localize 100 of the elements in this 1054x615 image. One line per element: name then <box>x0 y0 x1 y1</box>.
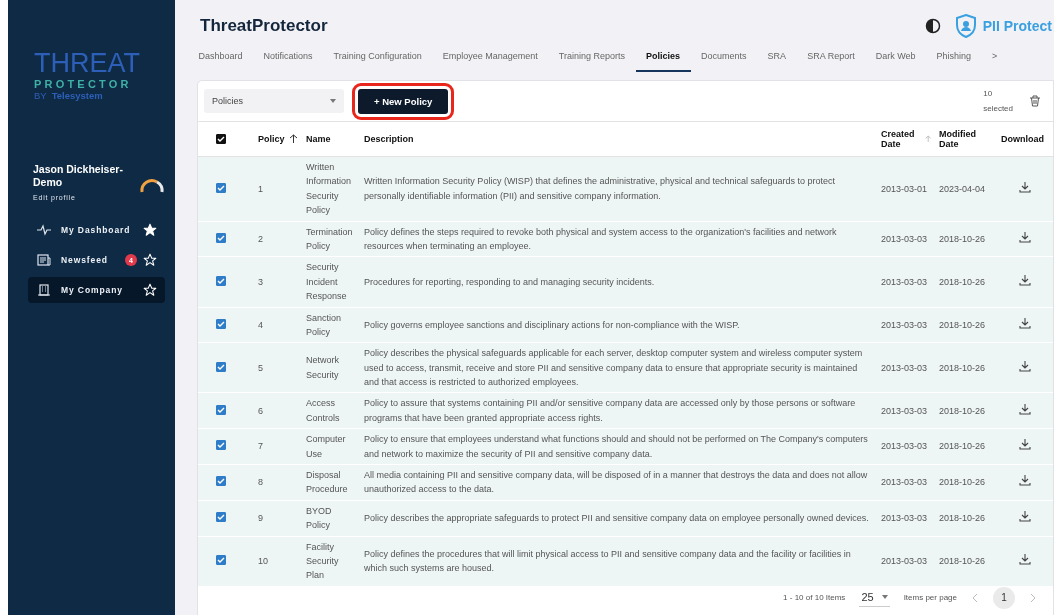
column-header[interactable]: Created Date <box>881 129 921 149</box>
table-cell: Security Incident Response <box>302 256 360 307</box>
sidebar-item[interactable]: My Dashboard <box>28 217 165 244</box>
table-cell: 10 <box>254 536 302 587</box>
table-cell: 2018-10-26 <box>935 256 997 307</box>
nav-tab[interactable]: Dark Web <box>865 45 926 72</box>
download-icon[interactable] <box>1019 402 1031 415</box>
row-checkbox[interactable] <box>216 476 226 487</box>
download-icon[interactable] <box>1019 230 1031 243</box>
table-cell: 2013-03-03 <box>877 221 935 257</box>
download-icon[interactable] <box>1019 359 1031 372</box>
row-checkbox[interactable] <box>216 404 226 415</box>
table-cell: 7 <box>254 428 302 465</box>
progress-arc-icon <box>139 177 165 194</box>
nav-tab[interactable]: Documents <box>690 45 758 72</box>
row-checkbox[interactable] <box>216 512 226 522</box>
select-all-checkbox[interactable] <box>216 133 226 144</box>
brand-name: PII Protect <box>982 18 1052 34</box>
nav-tab[interactable]: Dashboard <box>188 45 254 72</box>
logo-text: Telesystem <box>51 90 103 101</box>
shield-icon <box>954 14 977 38</box>
column-header[interactable]: Policy <box>258 134 285 144</box>
download-icon[interactable] <box>1019 510 1031 522</box>
download-icon[interactable] <box>1019 438 1031 451</box>
logo-text: THREAT <box>34 50 140 77</box>
nav-tab[interactable]: Policies <box>635 45 691 72</box>
sort-arrow-icon[interactable] <box>288 134 298 144</box>
row-checkbox[interactable] <box>216 232 226 243</box>
app-title: ThreatProtector <box>200 16 328 36</box>
new-policy-button[interactable]: + New Policy <box>358 88 449 114</box>
table-cell: 6 <box>254 392 302 429</box>
nav-tab[interactable]: Employee Management <box>432 45 549 72</box>
table-cell: 2013-03-03 <box>877 392 935 429</box>
table-cell: 5 <box>254 342 302 393</box>
table-cell: 2018-10-26 <box>935 392 997 429</box>
caret-icon <box>330 99 336 103</box>
building-icon <box>37 284 51 297</box>
profile-name: Jason Dickheiser-Demo <box>33 163 124 189</box>
table-cell: 2018-10-26 <box>935 342 997 393</box>
page-button[interactable]: 1 <box>993 586 1015 609</box>
download-icon[interactable] <box>1019 553 1031 565</box>
table-cell: Policy defines the procedures that will limit physical access to PII and sensitive company data and the facility or facilities in which such systems are housed. <box>360 536 877 587</box>
table-cell: Policy describes the physical safeguards applicable for each server, desktop computer system and wireless computer system used to access, transmit, receive and store PII and sensitive company data to ensure that appropriate security is maintained and that access is restricted to authorized employees. <box>360 342 877 393</box>
table-cell: 2013-03-03 <box>877 307 935 343</box>
table-cell: Access Controls <box>302 392 360 429</box>
table-cell: 2013-03-03 <box>877 464 935 501</box>
table-cell: 2018-10-26 <box>935 536 997 587</box>
table-cell: 9 <box>254 500 302 537</box>
table-cell: Policy describes the appropriate safeguards to protect PII and sensitive company data on employee personally owned devices. <box>360 500 877 537</box>
column-header: Description <box>364 134 414 144</box>
table-cell: Disposal Procedure <box>302 464 360 501</box>
table-cell: 2018-10-26 <box>935 221 997 257</box>
row-checkbox[interactable] <box>216 440 226 451</box>
table-cell: Network Security <box>302 342 360 393</box>
nav-tab[interactable]: SRA Report <box>796 45 866 72</box>
nav-tab[interactable]: Phishing <box>926 45 982 72</box>
table-cell: 8 <box>254 464 302 501</box>
selected-label: selected <box>983 104 1013 113</box>
logo-text: PROTECTOR <box>34 78 132 90</box>
table-cell: Procedures for reporting, responding to and managing security incidents. <box>360 256 877 307</box>
download-icon[interactable] <box>1019 273 1031 286</box>
table-cell: Written Information Security Policy (WISP) that defines the administrative, physical and technical safeguards to protect personally identifiable information (PII) and sensitive company information. <box>360 156 877 222</box>
row-checkbox[interactable] <box>216 555 226 565</box>
more-tabs-button[interactable]: > <box>981 45 1008 72</box>
nav-tab[interactable]: Training Configuration <box>323 45 433 72</box>
nav-tab[interactable]: Training Reports <box>548 45 636 72</box>
star-icon[interactable] <box>143 253 157 268</box>
table-cell: Termination Policy <box>302 221 360 257</box>
row-checkbox[interactable] <box>216 318 226 329</box>
table-cell: 2013-03-03 <box>877 256 935 307</box>
column-header: Download <box>1001 134 1044 144</box>
table-cell: All media containing PII and sensitive company data, will be disposed of in a manner that destroys the data and does not allow unauthorized access to the data. <box>360 464 877 501</box>
table-cell: 2 <box>254 221 302 257</box>
row-checkbox[interactable] <box>216 182 226 193</box>
table-cell: Written Information Security Policy <box>302 156 360 222</box>
item-range: 1 - 10 of 10 Items <box>783 593 846 603</box>
table-cell: 2018-10-26 <box>935 464 997 501</box>
contrast-icon[interactable] <box>924 18 941 34</box>
download-icon[interactable] <box>1019 180 1031 193</box>
page-size-dropdown[interactable]: 25 <box>859 588 890 607</box>
nav-tab[interactable]: Notifications <box>253 45 324 72</box>
sidebar-item[interactable]: My Company <box>28 277 165 304</box>
table-cell: 2018-10-26 <box>935 428 997 465</box>
filter-dropdown[interactable]: Policies <box>204 89 344 113</box>
table-cell: Policy to ensure that employees understand what functions should and should not be performed on The Company's computers and network to maximize the security of PII and sensitive company data. <box>360 428 877 465</box>
trash-icon[interactable] <box>1029 95 1041 107</box>
table-cell: 4 <box>254 307 302 343</box>
logo-text: BY <box>34 90 47 101</box>
pulse-icon <box>37 224 51 237</box>
star-icon[interactable] <box>143 283 157 298</box>
row-checkbox[interactable] <box>216 275 226 286</box>
download-icon[interactable] <box>1019 316 1031 329</box>
table-cell: 2013-03-03 <box>877 536 935 587</box>
row-checkbox[interactable] <box>216 361 226 372</box>
star-icon[interactable] <box>143 223 157 238</box>
download-icon[interactable] <box>1019 474 1031 487</box>
table-cell: 2013-03-03 <box>877 500 935 537</box>
newspaper-icon <box>37 254 51 267</box>
column-header: Name <box>306 134 331 144</box>
nav-tab[interactable]: SRA <box>757 45 797 72</box>
